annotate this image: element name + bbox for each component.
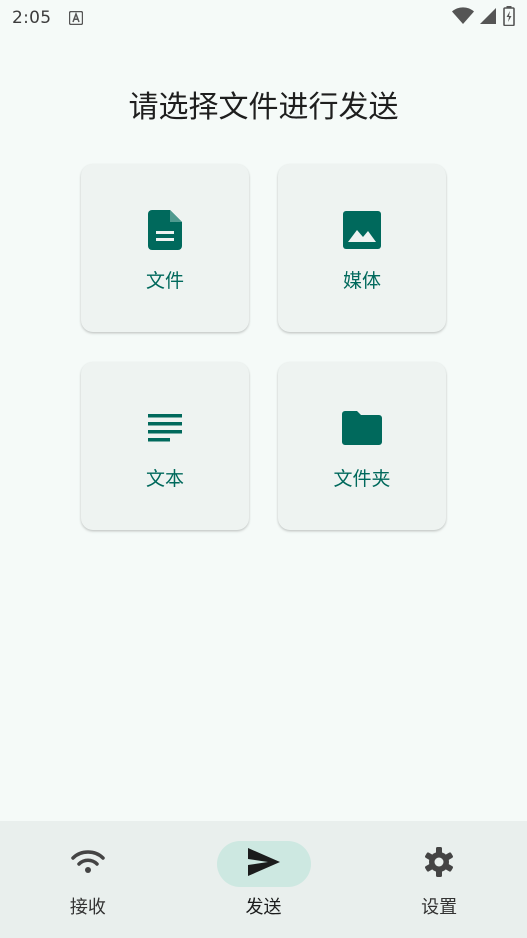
page-title: 请选择文件进行发送 [128,90,399,125]
bottom-navigation: 接收 发送 设置 [0,821,527,938]
send-icon [247,848,280,880]
media-option-card[interactable]: 媒体 [278,164,446,332]
file-option-label: 文件 [145,270,184,292]
text-lines-icon [148,406,182,450]
wifi-icon [452,7,474,29]
battery-charging-icon [503,6,515,30]
a-letter-icon [69,11,84,25]
nav-label-receive: 接收 [69,897,106,918]
wifi-icon [71,849,105,879]
nav-label-settings: 设置 [421,897,458,918]
file-option-card[interactable]: 文件 [81,164,249,332]
nav-item-receive[interactable]: 接收 [0,821,176,938]
text-option-card[interactable]: 文本 [81,362,249,530]
nav-item-send[interactable]: 发送 [176,821,352,938]
nav-pill-settings [392,841,486,887]
text-option-label: 文本 [145,468,184,490]
gear-icon [424,847,454,881]
folder-option-label: 文件夹 [333,468,391,490]
status-bar: 2:05 [0,0,527,36]
media-option-label: 媒体 [342,270,381,292]
folder-option-card[interactable]: 文件夹 [278,362,446,530]
nav-item-settings[interactable]: 设置 [351,821,527,938]
nav-pill-send [216,841,311,887]
file-document-icon [148,208,182,252]
image-icon [343,208,381,252]
nav-pill-receive [41,841,135,887]
send-screen: 2:05 请选择文件进行发送 文件 媒体 文本 文件夹 接收 发送 设置 [0,0,527,938]
cell-signal-icon [480,7,497,29]
folder-icon [342,406,382,450]
status-time: 2:05 [12,8,52,28]
nav-label-send: 发送 [245,897,282,918]
